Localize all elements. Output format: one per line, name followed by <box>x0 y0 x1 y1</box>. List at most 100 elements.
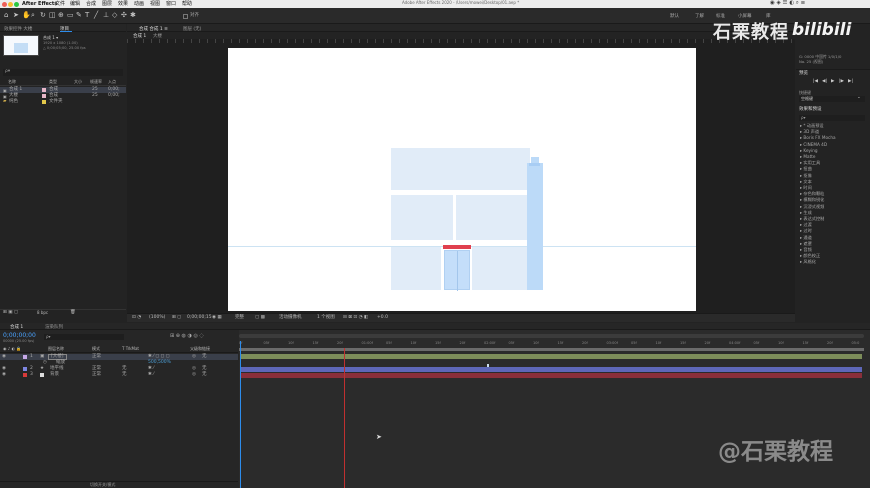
effects-category[interactable]: ▸ * 动画预设 <box>800 123 824 128</box>
effects-category[interactable]: ▸ 过时 <box>800 229 812 233</box>
delete-icon[interactable]: 🗑 <box>70 310 76 316</box>
clone-tool-icon[interactable]: ⊥ <box>103 12 109 19</box>
zoom-tool-icon[interactable]: ⌕ <box>31 12 35 19</box>
menu-effect[interactable]: 效果 <box>118 1 128 7</box>
home-icon[interactable]: ⌂ <box>4 12 8 19</box>
switches-icons[interactable]: ✱ ⁄ <box>148 372 154 378</box>
menu-view[interactable]: 视图 <box>150 1 160 7</box>
effects-category[interactable]: ▸ 沉浸式视频 <box>800 204 824 209</box>
shape-tool-icon[interactable]: ▭ <box>67 12 74 19</box>
layer-bar-background[interactable] <box>240 373 862 378</box>
minimize-window-button[interactable] <box>8 1 13 7</box>
snapshot-icon[interactable]: ⊡ ◔ <box>132 315 141 321</box>
menu-help[interactable]: 帮助 <box>182 1 192 7</box>
col-in[interactable]: 入点 <box>108 80 116 84</box>
layer-trkmat[interactable]: 无 <box>122 372 127 378</box>
layer-label-color[interactable] <box>23 373 27 377</box>
tab-effect-controls[interactable]: 效果控件 大楼 <box>4 26 32 32</box>
effects-category[interactable]: ▸ 实用工具 <box>800 160 820 165</box>
workspace-small-screen[interactable]: 小屏幕 <box>738 14 752 20</box>
tab-render-queue[interactable]: 渲染队列 <box>45 324 63 330</box>
effects-category[interactable]: ▸ 杂色和颗粒 <box>800 191 824 196</box>
effects-category[interactable]: ▸ Keying <box>800 148 818 153</box>
preview-prev-frame-button[interactable]: ◀| <box>822 79 827 85</box>
label-color-swatch[interactable] <box>42 94 46 98</box>
layer-bar-horizon[interactable] <box>240 367 862 372</box>
rotate-tool-icon[interactable]: ↻ <box>40 12 46 19</box>
effects-category[interactable]: ▸ 模糊和锐化 <box>800 198 824 202</box>
menu-layer[interactable]: 图层 <box>102 1 112 7</box>
layer-parent[interactable]: 无 <box>202 372 207 378</box>
menu-animation[interactable]: 动画 <box>134 1 144 7</box>
current-time[interactable]: 0;00;00;15 <box>187 315 212 321</box>
effects-category[interactable]: ▸ 过渡 <box>800 222 812 227</box>
selection-tool-icon[interactable]: ➤ <box>13 12 19 19</box>
roto-tool-icon[interactable]: ✣ <box>121 12 127 19</box>
effects-category[interactable]: ▸ 3D 声道 <box>800 129 819 134</box>
layer-label-color[interactable] <box>23 355 27 359</box>
layer-label-color[interactable] <box>23 367 27 371</box>
effects-category[interactable]: ▸ 音频 <box>800 247 812 252</box>
visibility-icon[interactable]: ◉ <box>2 372 6 378</box>
render-icons[interactable]: ⊟ ⊠ ⊡ ◔ ◧ <box>343 315 368 321</box>
shortcut-dropdown[interactable]: 空格键 ⌄ <box>799 95 865 102</box>
layer-name[interactable]: 背景 <box>50 372 59 378</box>
bpc-label[interactable]: 8 bpc <box>37 311 48 315</box>
resolution-dropdown[interactable]: 完整 <box>235 315 244 321</box>
playhead[interactable] <box>240 341 241 488</box>
col-trkmat[interactable]: T TrkMat <box>122 347 139 351</box>
eraser-tool-icon[interactable]: ◇ <box>112 12 117 19</box>
puppet-tool-icon[interactable]: ✱ <box>130 12 136 19</box>
camera-snapshot-icon[interactable]: ◉ ▦ <box>212 315 222 321</box>
work-area-bar[interactable] <box>239 334 864 338</box>
exposure-value[interactable]: +0.0 <box>377 315 388 321</box>
layer-mode[interactable]: 正常 <box>92 372 101 378</box>
col-layer-name[interactable]: 图层名称 <box>48 347 64 351</box>
app-name[interactable]: After Effects <box>22 1 57 7</box>
effects-category[interactable]: ▸ 生成 <box>800 210 812 215</box>
workspace-default[interactable]: 默认 <box>670 14 679 20</box>
camera-dropdown[interactable]: 活动摄像机 <box>279 315 302 321</box>
effects-category[interactable]: ▸ 抠像 <box>800 173 812 178</box>
effects-search-input[interactable]: ρ▾ <box>799 115 865 121</box>
effects-category[interactable]: ▸ 风格化 <box>800 260 816 264</box>
layer-bar-building[interactable] <box>240 354 862 359</box>
col-parent[interactable]: 父级和链接 <box>190 347 210 351</box>
effects-category[interactable]: ▸ CINEMA 4D <box>800 142 827 147</box>
zoom-dropdown[interactable]: (100%) <box>149 315 165 321</box>
hand-tool-icon[interactable]: ✋ <box>22 12 31 19</box>
preview-next-frame-button[interactable]: |▶ <box>839 79 844 85</box>
type-tool-icon[interactable]: T <box>85 12 89 19</box>
preview-last-frame-button[interactable]: ▶| <box>848 79 853 85</box>
workspace-standard[interactable]: 标准 <box>716 14 725 20</box>
timeline-switches-icons[interactable]: ⊞ ⊕ ◍ ◑ ◎ ◌ <box>170 334 204 339</box>
label-color-swatch[interactable] <box>42 100 46 104</box>
col-mode[interactable]: 模式 <box>92 347 100 351</box>
camera-tool-icon[interactable]: ◫ <box>49 12 56 19</box>
effects-category[interactable]: ▸ 通道 <box>800 235 812 240</box>
workspace-learn[interactable]: 了解 <box>695 14 704 20</box>
views-dropdown[interactable]: 1 个视图 <box>317 315 335 321</box>
grid-icon[interactable]: ⊞ ◻ <box>172 315 181 321</box>
time-ruler[interactable]: 0f05f10f15f20f01:00f05f10f15f20f02:00f05… <box>239 341 864 348</box>
close-window-button[interactable] <box>2 1 7 7</box>
timeline-search-input[interactable]: ρ▾ <box>44 334 124 340</box>
effects-category[interactable]: ▸ 表达式控制 <box>800 216 824 221</box>
effects-category[interactable]: ▸ Matte <box>800 154 815 159</box>
preview-first-frame-button[interactable]: |◀ <box>813 79 818 85</box>
preview-play-button[interactable]: ▶ <box>831 79 834 85</box>
effects-category[interactable]: ▸ 时间 <box>800 185 812 190</box>
tab-comp-1[interactable]: 合成 1 <box>10 324 23 330</box>
brush-tool-icon[interactable]: ╱ <box>94 12 98 19</box>
pan-behind-tool-icon[interactable]: ⊕ <box>58 12 64 19</box>
menu-composition[interactable]: 合成 <box>86 1 96 7</box>
effects-category[interactable]: ▸ 遮罩 <box>800 241 812 246</box>
parent-pickwhip-icon[interactable]: ◎ <box>192 372 196 378</box>
menu-file[interactable]: 文件 <box>55 1 65 7</box>
col-type[interactable]: 类型 <box>49 80 57 84</box>
project-search-input[interactable]: ρ▾ <box>3 69 123 76</box>
menu-edit[interactable]: 编辑 <box>70 1 80 7</box>
effects-category[interactable]: ▸ 文本 <box>800 179 812 184</box>
region-icon[interactable]: ▢ ▩ <box>255 315 265 321</box>
work-area-range[interactable] <box>239 348 864 351</box>
